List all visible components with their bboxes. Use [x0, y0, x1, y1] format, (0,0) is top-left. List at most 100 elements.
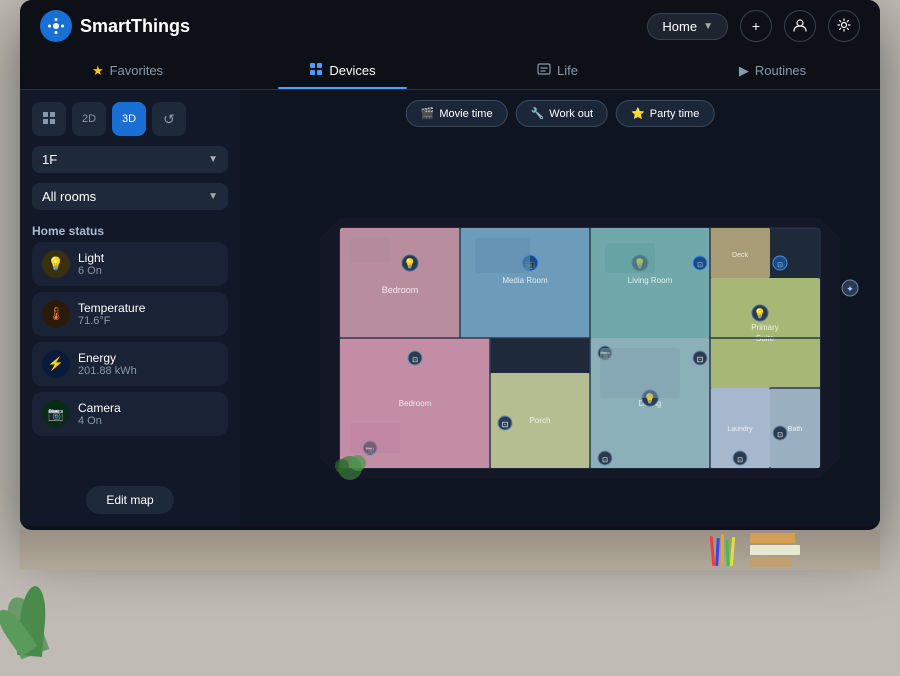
- devices-label: Devices: [329, 63, 375, 78]
- home-status-section: Home status 💡 Light 6 On 🌡: [32, 220, 228, 436]
- light-label: Light: [78, 251, 104, 265]
- status-items: 💡 Light 6 On 🌡 Temperature 71.6°F: [32, 242, 228, 436]
- party-icon: ⭐: [631, 107, 645, 120]
- energy-label: Energy: [78, 351, 137, 365]
- top-right-controls: Home ▼ +: [647, 10, 860, 42]
- tab-devices[interactable]: Devices: [235, 52, 450, 89]
- settings-button[interactable]: [828, 10, 860, 42]
- scene-movie-button[interactable]: 🎬 Movie time: [406, 100, 508, 127]
- device-pin-gray-1: ⊡: [693, 351, 707, 365]
- room-selector[interactable]: All rooms ▼: [32, 183, 228, 210]
- 3d-label: 3D: [122, 113, 136, 125]
- book-2: [750, 545, 800, 555]
- book-1: [750, 533, 795, 543]
- floor-value: 1F: [42, 152, 57, 167]
- svg-text:Media Room: Media Room: [502, 276, 548, 285]
- workout-label: Work out: [549, 108, 593, 120]
- scene-party-button[interactable]: ⭐ Party time: [616, 100, 714, 127]
- scene-workout-button[interactable]: 🔧 Work out: [516, 100, 609, 127]
- add-button[interactable]: +: [740, 10, 772, 42]
- svg-text:Laundry: Laundry: [727, 426, 753, 433]
- device-pin-blue-3: ⊡: [773, 256, 787, 270]
- tab-routines[interactable]: ▶ Routines: [665, 52, 880, 89]
- light-status-text: Light 6 On: [78, 251, 104, 277]
- home-status-title: Home status: [32, 220, 228, 242]
- svg-text:Deck: Deck: [732, 252, 748, 259]
- movie-label: Movie time: [439, 108, 492, 120]
- room-value: All rooms: [42, 189, 96, 204]
- svg-text:⊡: ⊡: [602, 457, 608, 464]
- view-3d-button[interactable]: 3D: [112, 102, 146, 136]
- book-3: [750, 557, 792, 567]
- profile-button[interactable]: [784, 10, 816, 42]
- nav-tabs: ★ Favorites Devices: [20, 52, 880, 90]
- status-item-camera[interactable]: 📷 Camera 4 On: [32, 392, 228, 436]
- app-name: SmartThings: [80, 16, 190, 37]
- tab-life[interactable]: Life: [450, 52, 665, 89]
- camera-status-text: Camera 4 On: [78, 401, 121, 427]
- decorative-plant: [0, 536, 80, 656]
- party-label: Party time: [650, 108, 700, 120]
- temp-status-icon: 🌡: [42, 300, 70, 328]
- camera-label: Camera: [78, 401, 121, 415]
- pencil-2: [715, 538, 719, 566]
- svg-text:Primary: Primary: [751, 323, 779, 332]
- energy-status-text: Energy 201.88 kWh: [78, 351, 137, 377]
- device-pin-gray-5: ⊡: [733, 451, 747, 465]
- svg-text:⊡: ⊡: [412, 357, 418, 364]
- favorites-label: Favorites: [110, 63, 163, 78]
- history-icon: ↺: [163, 111, 175, 128]
- home-dropdown-icon: ▼: [703, 21, 713, 32]
- routines-icon: ▶: [739, 63, 749, 79]
- device-pin-blue-2: ⊡: [693, 256, 707, 270]
- energy-status-icon: ⚡: [42, 350, 70, 378]
- scene-bar: 🎬 Movie time 🔧 Work out ⭐ Party time: [406, 100, 715, 127]
- energy-value: 201.88 kWh: [78, 365, 137, 377]
- tv-shelf: [20, 530, 880, 570]
- book-stack: [750, 533, 800, 567]
- floor-selector[interactable]: 1F ▼: [32, 146, 228, 173]
- floor-dropdown-icon: ▼: [208, 154, 218, 165]
- device-pin-4: 💡: [752, 305, 768, 321]
- svg-text:⊡: ⊡: [697, 262, 703, 269]
- top-bar: SmartThings Home ▼ +: [20, 0, 880, 52]
- add-icon: +: [752, 18, 760, 34]
- home-selector[interactable]: Home ▼: [647, 13, 728, 40]
- status-item-light[interactable]: 💡 Light 6 On: [32, 242, 228, 286]
- map-area: 🎬 Movie time 🔧 Work out ⭐ Party time: [240, 90, 880, 526]
- svg-text:⊡: ⊡: [737, 457, 743, 464]
- device-pin-fan-1: ✦: [842, 280, 858, 296]
- svg-text:Porch: Porch: [530, 416, 551, 425]
- status-item-energy[interactable]: ⚡ Energy 201.88 kWh: [32, 342, 228, 386]
- logo-area: SmartThings: [40, 10, 190, 42]
- main-content: 2D 3D ↺ 1F ▼ All rooms ▼: [20, 90, 880, 526]
- devices-icon: [309, 62, 323, 79]
- pencil-3: [721, 534, 724, 566]
- life-label: Life: [557, 63, 578, 78]
- history-button[interactable]: ↺: [152, 102, 186, 136]
- light-value: 6 On: [78, 265, 104, 277]
- device-pin-gray-8: ⊡: [408, 351, 422, 365]
- status-item-temperature[interactable]: 🌡 Temperature 71.6°F: [32, 292, 228, 336]
- 2d-label: 2D: [82, 113, 96, 125]
- view-2d-button[interactable]: 2D: [72, 102, 106, 136]
- tab-favorites[interactable]: ★ Favorites: [20, 52, 235, 89]
- workout-icon: 🔧: [531, 107, 545, 120]
- svg-text:⊡: ⊡: [777, 432, 783, 439]
- svg-text:💡: 💡: [404, 257, 416, 270]
- svg-text:Bath: Bath: [788, 426, 803, 433]
- movie-icon: 🎬: [421, 107, 435, 120]
- edit-map-button[interactable]: Edit map: [86, 486, 173, 514]
- grid-view-button[interactable]: [32, 102, 66, 136]
- floor-plan: Bedroom Media Room Living Room Deck: [240, 90, 880, 526]
- svg-text:⊡: ⊡: [777, 262, 783, 269]
- profile-icon: [793, 18, 807, 35]
- temp-label: Temperature: [78, 301, 145, 315]
- light-status-icon: 💡: [42, 250, 70, 278]
- camera-value: 4 On: [78, 415, 121, 427]
- device-pin-1: 💡: [402, 255, 418, 271]
- room-dropdown-icon: ▼: [208, 191, 218, 202]
- favorites-icon: ★: [92, 63, 104, 79]
- svg-text:Living Room: Living Room: [628, 276, 673, 285]
- tv-frame: SmartThings Home ▼ +: [20, 0, 880, 530]
